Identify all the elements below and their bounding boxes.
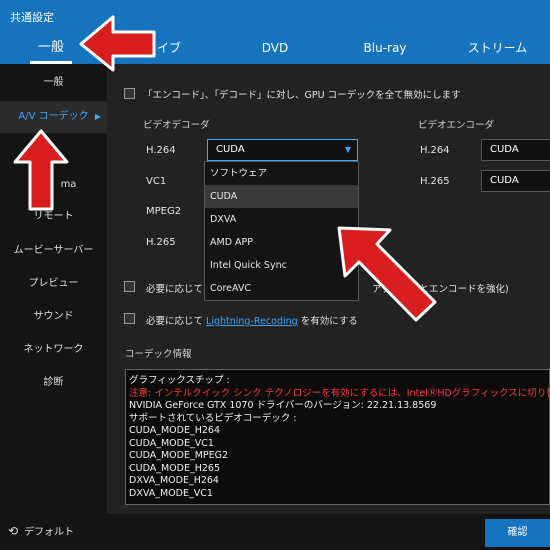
info-line: グラフィックスチップ : [129,375,230,386]
sidebar-item-general[interactable]: 一般 [0,67,107,99]
sidebar-item-network[interactable]: ネットワーク [0,334,107,366]
info-line: CUDA_MODE_H265 [129,462,221,474]
info-line: DXVA_MODE_H264 [129,475,219,486]
encoder-h264-label: H.264 [420,145,450,156]
decoder-h265-label: H.265 [146,237,176,248]
encoder-header: ビデオエンコーダ [418,120,495,131]
dropdown-option-software[interactable]: ソフトウェア [205,162,358,185]
encoder-h265-value: CUDA [490,175,519,186]
footer: ⟲ デフォルト [0,514,550,550]
dropdown-option-intel-quick-sync[interactable]: Intel Quick Sync [205,254,358,277]
sidebar-item-diagnostics[interactable]: 診断 [0,367,107,399]
lightning-suffix: を有効にする [300,316,358,327]
decoder-h264-label: H.264 [146,145,176,156]
default-label: デフォルト [24,527,75,538]
default-button[interactable]: ⟲ デフォルト [8,523,74,538]
lightning-link[interactable]: Lightning-Recoding [206,316,298,327]
dropdown-option-cuda[interactable]: CUDA [205,185,358,208]
disable-gpu-checkbox[interactable] [124,88,135,99]
sidebar-item-sound[interactable]: サウンド [0,301,107,333]
confirm-button[interactable]: 確認 [485,519,550,547]
info-line: CUDA_MODE_VC1 [129,437,214,449]
enhance-prefix: 必要に応じて [146,284,204,295]
decoder-header: ビデオデコーダ [143,120,210,131]
sidebar-item-av-codec[interactable]: A/V コーデック ▶ [0,101,107,133]
lightning-checkbox[interactable] [124,313,135,324]
encoder-h264-value: CUDA [490,144,519,155]
enhance-checkbox[interactable] [124,281,135,292]
tab-bluray[interactable]: Blu-ray [350,32,420,64]
sidebar-item-ma[interactable]: ma [0,169,107,201]
dropdown-option-amd-app[interactable]: AMD APP [205,231,358,254]
sidebar-item-remote[interactable]: リモート [0,201,107,233]
dropdown-option-dxva[interactable]: DXVA [205,208,358,231]
window-title: 共通設定 [10,11,54,24]
info-line: CUDA_MODE_MPEG2 [129,450,229,461]
codec-info-box[interactable]: グラフィックスチップ : 注意: インテルクイック シンク テクノロジーを有効に… [125,369,550,505]
info-line: DXVA_MODE_VC1 [129,487,213,499]
tab-bar: 一般 ライブ DVD Blu-ray ストリーム [0,32,550,64]
sidebar-item-preview[interactable]: プレビュー [0,268,107,300]
decoder-h264-select[interactable]: CUDA ▼ [207,139,358,161]
refresh-icon: ⟲ [8,524,19,538]
codec-info-header: コーデック情報 [125,349,192,360]
tab-stream[interactable]: ストリーム [455,32,540,64]
info-line: サポートされているビデオコーデック : [129,412,297,424]
info-warning-line: 注意: インテルクイック シンク テクノロジーを有効にするには、IntelⓇHD… [129,387,549,399]
sidebar: 一般 A/V コーデック ▶ ma リモート ムービーサーバー プレビュー サウ… [0,64,107,514]
tab-dvd[interactable]: DVD [240,32,310,64]
disable-gpu-label: 「エンコード」、「デコード」に対し、GPU コーデックを全て無効にします [143,90,461,101]
decoder-h264-dropdown: ソフトウェア CUDA DXVA AMD APP Intel Quick Syn… [204,161,359,301]
sidebar-item-label: A/V コーデック [18,111,89,122]
decoder-mpeg2-label: MPEG2 [146,206,182,217]
encoder-h265-select[interactable]: CUDA [481,170,550,192]
lightning-prefix: 必要に応じて [146,316,204,327]
sidebar-item-movie-server[interactable]: ムービーサーバー [0,235,107,267]
enhance-label: 必要に応じて L [146,281,211,295]
title-bar: 共通設定 [0,0,550,32]
decoder-h264-value: CUDA [216,144,245,155]
lightning-label: 必要に応じて Lightning-Recoding を有効にする [146,313,358,327]
decoder-vc1-label: VC1 [146,176,167,187]
tab-live[interactable]: ライブ [128,32,198,64]
tab-general[interactable]: 一般 [20,32,82,64]
info-line: NVIDIA GeForce GTX 1070 ドライバーのバージョン: 22.… [129,400,437,411]
encoder-h265-label: H.265 [420,176,450,187]
encoder-h264-select[interactable]: CUDA [481,139,550,161]
enhance-tail: アデコードとエンコードを強化) [372,284,509,295]
dropdown-option-coreavc[interactable]: CoreAVC [205,277,358,300]
info-line: CUDA_MODE_H264 [129,425,221,436]
chevron-right-icon: ▶ [94,112,101,121]
caret-down-icon: ▼ [344,145,351,154]
